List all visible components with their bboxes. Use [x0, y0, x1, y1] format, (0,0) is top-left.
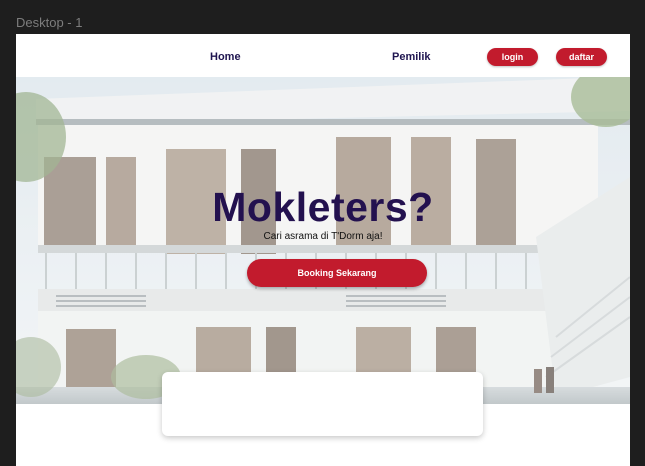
nav-home-link[interactable]: Home: [210, 51, 241, 63]
search-card[interactable]: [162, 372, 483, 436]
hero-title: Mokleters?: [212, 184, 434, 230]
login-button[interactable]: login: [487, 48, 538, 66]
artboard-label: Desktop - 1: [16, 15, 83, 30]
top-navbar: Home Pemilik login daftar: [16, 34, 630, 77]
desktop-frame: Home Pemilik login daftar Mokleters? Car…: [16, 34, 630, 466]
booking-now-button[interactable]: Booking Sekarang: [247, 259, 427, 287]
hero-subtitle: Cari asrama di T'Dorm aja!: [263, 231, 383, 242]
nav-owner-link[interactable]: Pemilik: [392, 51, 431, 63]
hero-section: Mokleters? Cari asrama di T'Dorm aja! Bo…: [16, 77, 630, 404]
register-button[interactable]: daftar: [556, 48, 607, 66]
